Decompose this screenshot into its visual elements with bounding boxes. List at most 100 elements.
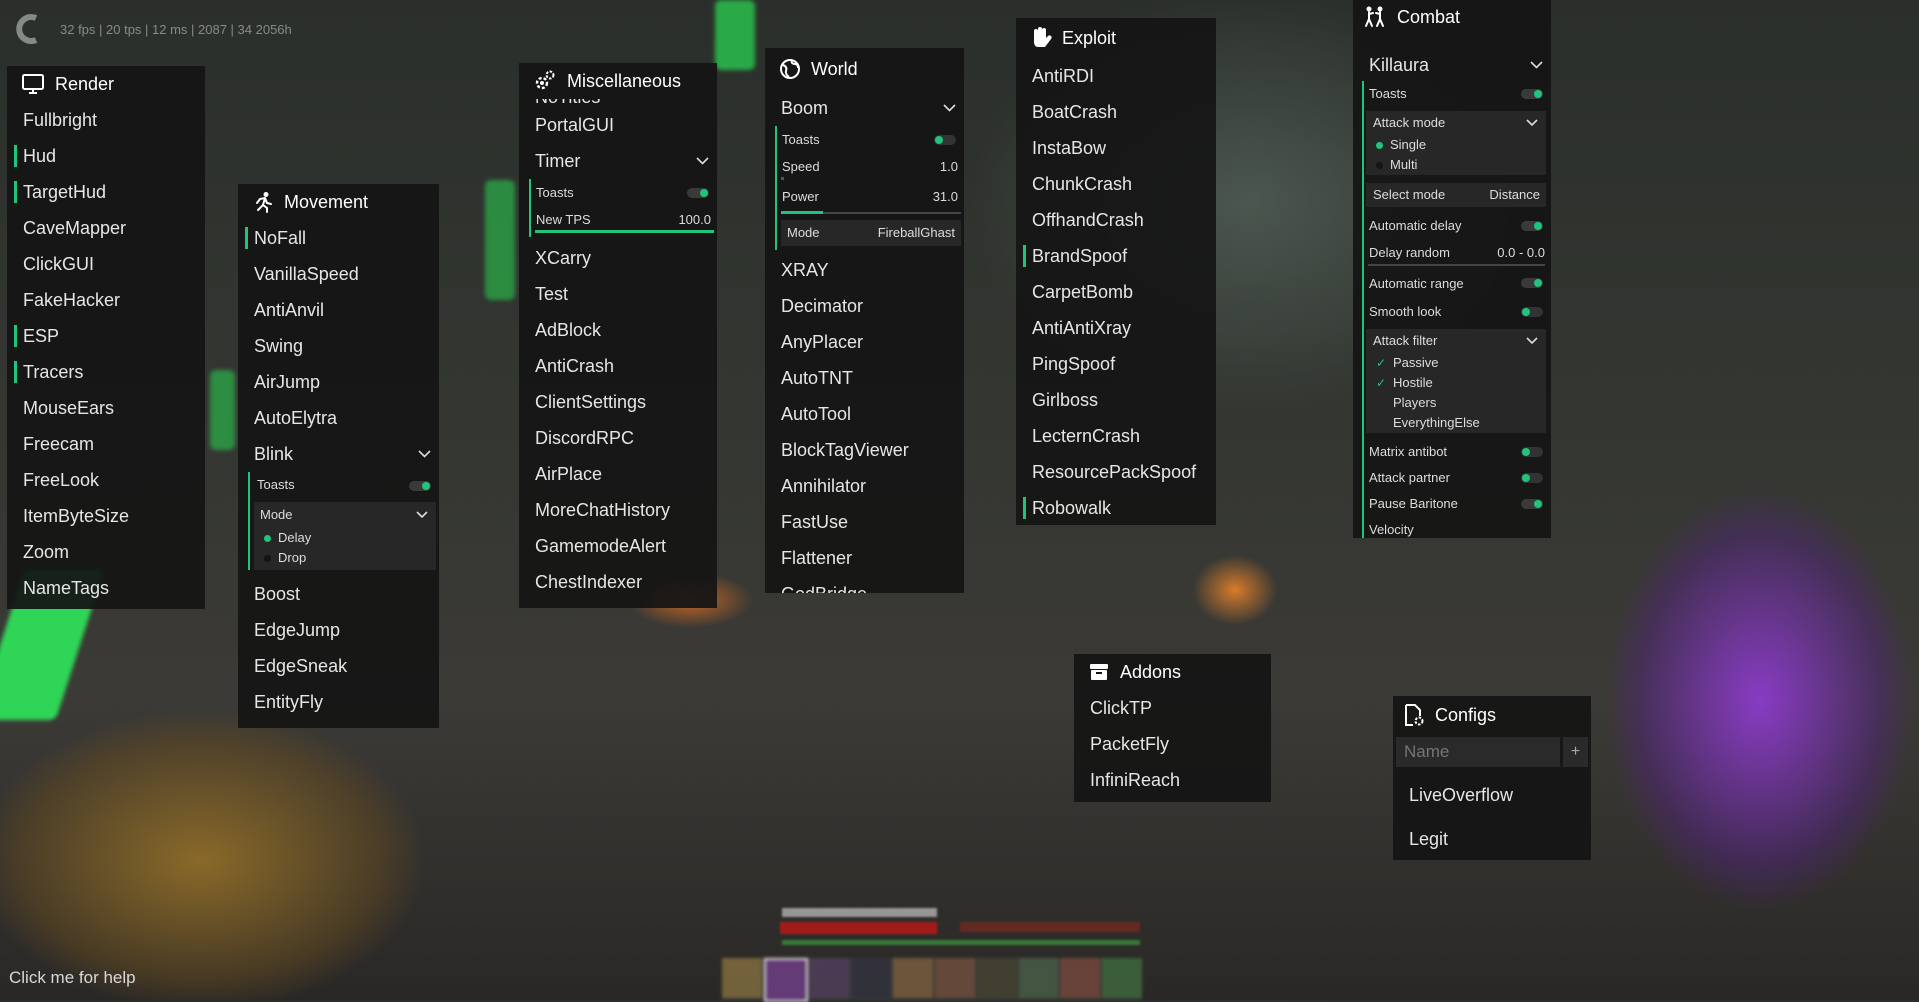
module-pingspoof[interactable]: PingSpoof (1016, 346, 1216, 382)
render-panel-header[interactable]: Render (7, 66, 205, 102)
hotbar-slot[interactable] (809, 958, 850, 998)
world-panel-header[interactable]: World (765, 48, 964, 90)
combat-panel-header[interactable]: Combat (1353, 0, 1551, 34)
module-flattener[interactable]: Flattener (765, 540, 964, 576)
module-legit[interactable]: Legit (1393, 817, 1591, 861)
module-zoom[interactable]: Zoom (7, 534, 205, 570)
attack-filter-dropdown[interactable]: Attack filter (1366, 329, 1546, 353)
module-resourcepackspoof[interactable]: ResourcePackSpoof (1016, 454, 1216, 490)
timer-toasts-row[interactable]: Toasts (531, 179, 717, 206)
boom-mode-dropdown[interactable]: Mode FireballGhast (781, 220, 961, 246)
config-name-input[interactable] (1396, 737, 1560, 767)
pause-baritone-toggle[interactable] (1521, 499, 1543, 509)
automatic-delay-toggle[interactable] (1521, 221, 1543, 231)
addons-panel-header[interactable]: Addons (1074, 654, 1271, 690)
module-swing[interactable]: Swing (238, 328, 439, 364)
exploit-panel-header[interactable]: Exploit (1016, 18, 1216, 58)
movement-panel-header[interactable]: Movement (238, 184, 439, 220)
module-instabow[interactable]: InstaBow (1016, 130, 1216, 166)
module-discordrpc[interactable]: DiscordRPC (519, 420, 717, 456)
module-infinireach[interactable]: InfiniReach (1074, 762, 1271, 798)
module-edgesneak[interactable]: EdgeSneak (238, 648, 439, 684)
killaura-toasts-toggle[interactable] (1521, 89, 1543, 99)
module-nametags[interactable]: NameTags (7, 570, 205, 606)
hotbar-slot[interactable] (1018, 958, 1059, 998)
matrix-antibot-row[interactable]: Matrix antibot (1364, 437, 1551, 464)
automatic-delay-row[interactable]: Automatic delay (1364, 213, 1551, 239)
hotbar-slot[interactable] (934, 958, 975, 998)
module-mouseears[interactable]: MouseEars (7, 390, 205, 426)
module-packetfly[interactable]: PacketFly (1074, 726, 1271, 762)
module-adblock[interactable]: AdBlock (519, 312, 717, 348)
module-airplace[interactable]: AirPlace (519, 456, 717, 492)
pause-baritone-row[interactable]: Pause Baritone (1364, 491, 1551, 517)
attack-partner-row[interactable]: Attack partner (1364, 464, 1551, 491)
module-godbridge[interactable]: GodBridge (765, 576, 964, 593)
module-freelook[interactable]: FreeLook (7, 462, 205, 498)
boom-toasts-toggle[interactable] (934, 135, 956, 145)
help-link[interactable]: Click me for help (9, 968, 136, 988)
module-boost[interactable]: Boost (238, 576, 439, 612)
hotbar-slot[interactable] (1060, 958, 1101, 998)
module-freecam[interactable]: Freecam (7, 426, 205, 462)
module-boom[interactable]: Boom (765, 90, 964, 126)
module-decimator[interactable]: Decimator (765, 288, 964, 324)
blink-mode-option-delay[interactable]: Delay (254, 528, 436, 548)
module-girlboss[interactable]: Girlboss (1016, 382, 1216, 418)
module-antirdi[interactable]: AntiRDI (1016, 58, 1216, 94)
module-liveoverflow[interactable]: LiveOverflow (1393, 773, 1591, 817)
hotbar-slot[interactable] (1102, 958, 1142, 998)
hotbar-slot-selected[interactable] (763, 958, 808, 1002)
module-autotnt[interactable]: AutoTNT (765, 360, 964, 396)
hotbar[interactable] (722, 958, 1142, 1002)
module-esp[interactable]: ESP (7, 318, 205, 354)
filter-passive[interactable]: ✓ Passive (1366, 353, 1546, 373)
blink-mode-option-drop[interactable]: Drop (254, 548, 436, 568)
blink-mode-dropdown[interactable]: Mode (254, 502, 436, 528)
hotbar-slot[interactable] (893, 958, 933, 998)
module-fastuse[interactable]: FastUse (765, 504, 964, 540)
module-robowalk[interactable]: Robowalk (1016, 490, 1216, 526)
module-fullbright[interactable]: Fullbright (7, 102, 205, 138)
module-edgejump[interactable]: EdgeJump (238, 612, 439, 648)
module-clientsettings[interactable]: ClientSettings (519, 384, 717, 420)
module-killaura[interactable]: Killaura (1353, 49, 1551, 81)
module-anyplacer[interactable]: AnyPlacer (765, 324, 964, 360)
delay-random-slider[interactable]: Delay random 0.0 - 0.0 (1364, 239, 1551, 266)
module-boatcrash[interactable]: BoatCrash (1016, 94, 1216, 130)
attack-mode-option-single[interactable]: Single (1366, 135, 1546, 155)
module-brandspoof[interactable]: BrandSpoof (1016, 238, 1216, 274)
module-xcarry[interactable]: XCarry (519, 240, 717, 276)
smooth-look-row[interactable]: Smooth look (1364, 299, 1551, 325)
filter-everythingelse[interactable]: EverythingElse (1366, 413, 1546, 433)
module-targethud[interactable]: TargetHud (7, 174, 205, 210)
boom-toasts-row[interactable]: Toasts (777, 126, 964, 153)
module-entityfly[interactable]: EntityFly (238, 684, 439, 720)
module-annihilator[interactable]: Annihilator (765, 468, 964, 504)
filter-players[interactable]: Players (1366, 393, 1546, 413)
module-blocktagviewer[interactable]: BlockTagViewer (765, 432, 964, 468)
module-itembytesize[interactable]: ItemByteSize (7, 498, 205, 534)
hotbar-slot[interactable] (851, 958, 892, 998)
module-anticrash[interactable]: AntiCrash (519, 348, 717, 384)
module-autotool[interactable]: AutoTool (765, 396, 964, 432)
module-vanillaspeed[interactable]: VanillaSpeed (238, 256, 439, 292)
module-timer[interactable]: Timer (519, 143, 717, 179)
module-xray[interactable]: XRAY (765, 252, 964, 288)
blink-toasts-toggle[interactable] (409, 481, 431, 491)
killaura-toasts-row[interactable]: Toasts (1364, 81, 1551, 107)
module-antiantixray[interactable]: AntiAntiXray (1016, 310, 1216, 346)
module-fakehacker[interactable]: FakeHacker (7, 282, 205, 318)
module-carpetbomb[interactable]: CarpetBomb (1016, 274, 1216, 310)
module-airjump[interactable]: AirJump (238, 364, 439, 400)
timer-toasts-toggle[interactable] (687, 188, 709, 198)
module-nofall[interactable]: NoFall (238, 220, 439, 256)
module-chunkcrash[interactable]: ChunkCrash (1016, 166, 1216, 202)
module-blink[interactable]: Blink (238, 436, 439, 472)
attack-mode-dropdown[interactable]: Attack mode (1366, 111, 1546, 135)
boom-power-slider[interactable]: Power 31.0 (777, 180, 964, 214)
smooth-look-toggle[interactable] (1521, 307, 1543, 317)
add-config-button[interactable]: + (1563, 737, 1588, 767)
attack-mode-option-multi[interactable]: Multi (1366, 155, 1546, 175)
velocity-row[interactable]: Velocity (1364, 517, 1551, 538)
